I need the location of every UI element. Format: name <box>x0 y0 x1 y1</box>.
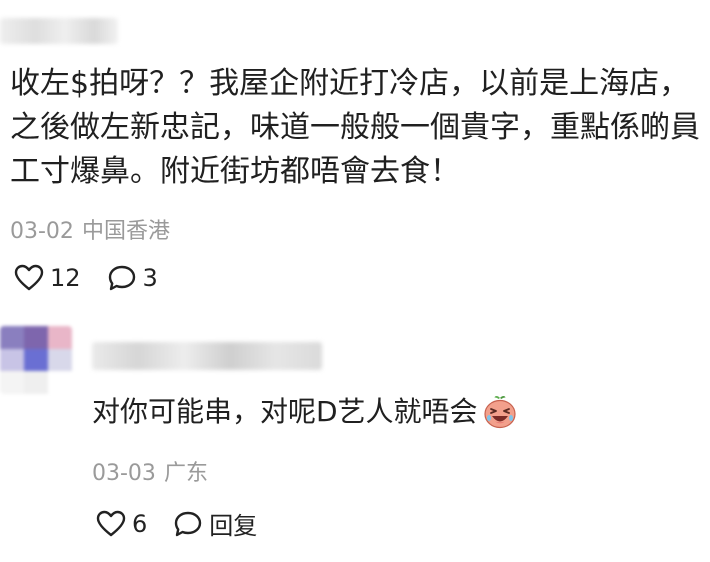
avatar-pixel <box>0 371 24 394</box>
heart-outline-icon <box>96 510 126 536</box>
avatar[interactable] <box>0 326 72 394</box>
avatar-pixel <box>24 326 48 349</box>
avatar-pixel <box>24 348 48 372</box>
comment-1-location: 中国香港 <box>81 219 170 244</box>
speech-bubble-icon <box>108 265 135 291</box>
comment-2-reply-button[interactable]: 回复 <box>173 506 257 541</box>
comment-2-date: 03-03 <box>92 461 156 486</box>
avatar-pixel <box>48 348 72 372</box>
heart-outline-icon <box>14 264 44 291</box>
comment-1-reply-button[interactable]: 3 <box>107 264 158 292</box>
avatar-pixel <box>0 348 24 372</box>
comment-1-reply-count: 3 <box>142 264 158 292</box>
comment-2-like-count: 6 <box>132 509 148 538</box>
comment-1-like-button[interactable]: 12 <box>14 264 81 292</box>
comment-2-actions: 6 回复 <box>96 506 283 541</box>
comment-2-meta: 03-03 广东 <box>92 455 208 487</box>
comment-2-location: 广东 <box>163 461 208 486</box>
comment-2-text: 对你可能串，对呢D艺人就唔会 <box>92 395 478 428</box>
crying-laughing-face-icon <box>483 396 516 429</box>
comment-2-body: 对你可能串，对呢D艺人就唔会 <box>92 392 518 432</box>
avatar-pixel <box>48 326 72 349</box>
avatar-pixel <box>0 326 24 349</box>
comment-2-like-button[interactable]: 6 <box>96 510 147 538</box>
comment-1-date: 03-02 <box>10 219 74 244</box>
comment-2-username-blurred[interactable] <box>92 342 322 370</box>
avatar-pixel <box>48 371 72 394</box>
comment-2-reply-label: 回复 <box>209 512 258 540</box>
comment-1-body: 收左$拍呀？？我屋企附近打冷店，以前是上海店，之後做左新忠記，味道一般般一個貴字… <box>10 66 700 189</box>
comment-1-like-count: 12 <box>50 264 81 292</box>
avatar-pixel <box>24 371 48 394</box>
comment-1-username-blurred[interactable] <box>0 18 118 44</box>
comment-1-meta: 03-02 中国香港 <box>10 213 170 245</box>
speech-bubble-icon <box>175 511 202 536</box>
comment-1-actions: 12 3 <box>14 264 184 292</box>
